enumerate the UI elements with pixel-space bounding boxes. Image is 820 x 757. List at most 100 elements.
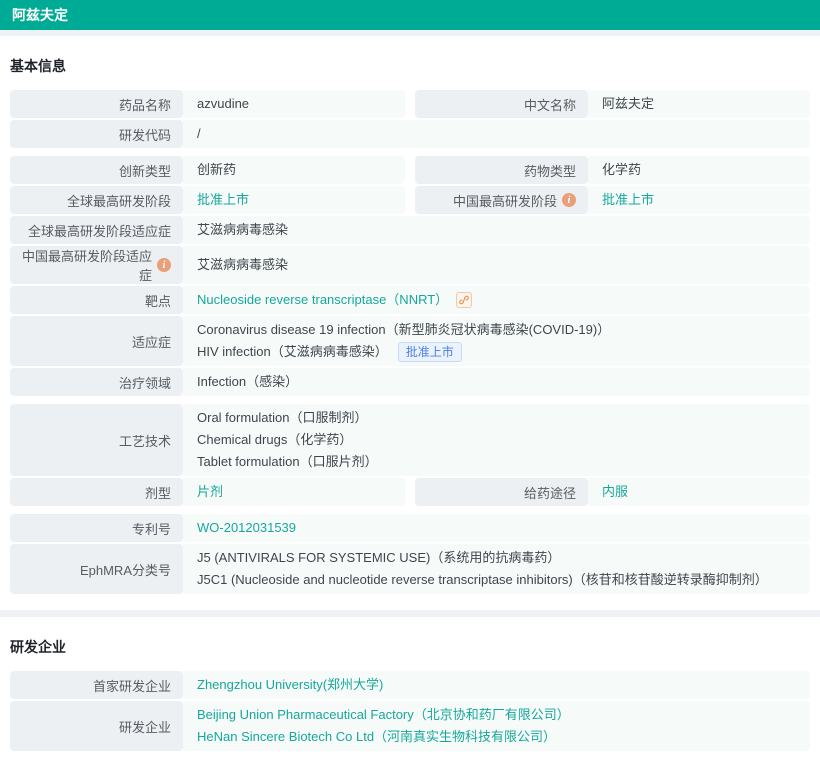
field-global-stage: 全球最高研发阶段 批准上市 — [10, 186, 405, 214]
global-stage-label: 全球最高研发阶段 — [10, 186, 183, 214]
china-stage-value: 批准上市 — [588, 186, 810, 214]
china-stage-label: 中国最高研发阶段 i — [415, 186, 588, 214]
drug-name-label: 药品名称 — [10, 90, 183, 118]
ephmra-line: J5 (ANTIVIRALS FOR SYSTEMIC USE)（系统用的抗病毒… — [197, 547, 560, 569]
cn-name-text: 阿兹夫定 — [602, 93, 654, 115]
dosage-form-value: 片剂 — [183, 478, 405, 506]
patent-link[interactable]: WO-2012031539 — [197, 517, 296, 539]
target-label: 靶点 — [10, 286, 183, 314]
company-section: 研发企业 首家研发企业 Zhengzhou University(郑州大学) 研… — [0, 617, 820, 751]
ephmra-label: EphMRA分类号 — [10, 544, 183, 594]
indication-line-2: HIV infection（艾滋病病毒感染） — [197, 341, 388, 363]
china-stage-indication-label-text: 中国最高研发阶段适应症 — [10, 246, 152, 284]
global-stage-link[interactable]: 批准上市 — [197, 189, 249, 211]
global-stage-indication-value: 艾滋病病毒感染 — [183, 216, 810, 244]
field-drug-name: 药品名称 azvudine — [10, 90, 405, 118]
indication-label: 适应症 — [10, 316, 183, 366]
innovation-type-text: 创新药 — [197, 159, 236, 181]
innovation-type-label: 创新类型 — [10, 156, 183, 184]
field-first-developer: 首家研发企业 Zhengzhou University(郑州大学) — [10, 671, 810, 699]
route-label: 给药途径 — [415, 478, 588, 506]
first-developer-label: 首家研发企业 — [10, 671, 183, 699]
patent-value: WO-2012031539 — [183, 514, 810, 542]
field-therapy-area: 治疗领域 Infection（感染） — [10, 368, 810, 396]
field-group-patent: 专利号 WO-2012031539 EphMRA分类号 J5 (ANTIVIRA… — [10, 514, 810, 594]
ephmra-value: J5 (ANTIVIRALS FOR SYSTEMIC USE)（系统用的抗病毒… — [183, 544, 810, 594]
ephmra-line: J5C1 (Nucleoside and nucleotide reverse … — [197, 569, 768, 591]
field-group-names: 药品名称 azvudine 中文名称 阿兹夫定 研发代码 / — [10, 90, 810, 148]
rd-code-value: / — [183, 120, 810, 148]
global-stage-indication-label: 全球最高研发阶段适应症 — [10, 216, 183, 244]
section-title-company: 研发企业 — [10, 617, 810, 671]
drug-type-label: 药物类型 — [415, 156, 588, 184]
field-cn-name: 中文名称 阿兹夫定 — [415, 90, 810, 118]
table-row: 全球最高研发阶段 批准上市 中国最高研发阶段 i 批准上市 — [10, 186, 810, 214]
technology-value: Oral formulation（口服制剂） Chemical drugs（化学… — [183, 404, 810, 476]
technology-label: 工艺技术 — [10, 404, 183, 476]
basic-info-section: 基本信息 药品名称 azvudine 中文名称 阿兹夫定 研发代码 / — [0, 36, 820, 594]
field-group-type-stage: 创新类型 创新药 药物类型 化学药 全球最高研发阶段 批准上市 — [10, 156, 810, 396]
section-title-basic: 基本信息 — [10, 36, 810, 90]
field-indication: 适应症 Coronavirus disease 19 infection（新型肺… — [10, 316, 810, 366]
developers-value: Beijing Union Pharmaceutical Factory（北京协… — [183, 701, 810, 751]
field-rd-code: 研发代码 / — [10, 120, 810, 148]
china-stage-link[interactable]: 批准上市 — [602, 189, 654, 211]
drug-name-value: azvudine — [183, 90, 405, 118]
developer-link[interactable]: Beijing Union Pharmaceutical Factory（北京协… — [197, 704, 570, 726]
patent-label: 专利号 — [10, 514, 183, 542]
route-value: 内服 — [588, 478, 810, 506]
therapy-area-text: Infection（感染） — [197, 371, 298, 393]
cn-name-label: 中文名称 — [415, 90, 588, 118]
field-global-stage-indication: 全球最高研发阶段适应症 艾滋病病毒感染 — [10, 216, 810, 244]
status-badge: 批准上市 — [398, 342, 462, 362]
field-route: 给药途径 内服 — [415, 478, 810, 506]
page-title: 阿兹夫定 — [12, 7, 68, 23]
drug-type-text: 化学药 — [602, 159, 641, 181]
target-link[interactable]: Nucleoside reverse transcriptase（NNRT） — [197, 289, 448, 311]
field-china-stage: 中国最高研发阶段 i 批准上市 — [415, 186, 810, 214]
indication-value: Coronavirus disease 19 infection（新型肺炎冠状病… — [183, 316, 810, 366]
first-developer-value: Zhengzhou University(郑州大学) — [183, 671, 810, 699]
china-stage-indication-value: 艾滋病病毒感染 — [183, 246, 810, 284]
first-developer-link[interactable]: Zhengzhou University(郑州大学) — [197, 674, 383, 696]
technology-line: Chemical drugs（化学药） — [197, 429, 352, 451]
innovation-type-value: 创新药 — [183, 156, 405, 184]
field-china-stage-indication: 中国最高研发阶段适应症 i 艾滋病病毒感染 — [10, 246, 810, 284]
field-group-technology: 工艺技术 Oral formulation（口服制剂） Chemical dru… — [10, 404, 810, 506]
section-divider — [0, 610, 820, 617]
field-developers: 研发企业 Beijing Union Pharmaceutical Factor… — [10, 701, 810, 751]
china-stage-indication-label: 中国最高研发阶段适应症 i — [10, 246, 183, 284]
field-group-company: 首家研发企业 Zhengzhou University(郑州大学) 研发企业 B… — [10, 671, 810, 751]
field-ephmra: EphMRA分类号 J5 (ANTIVIRALS FOR SYSTEMIC US… — [10, 544, 810, 594]
indication-line-1: Coronavirus disease 19 infection（新型肺炎冠状病… — [197, 319, 610, 341]
developer-link[interactable]: HeNan Sincere Biotech Co Ltd（河南真实生物科技有限公… — [197, 726, 556, 748]
dosage-form-link[interactable]: 片剂 — [197, 481, 223, 503]
info-icon[interactable]: i — [157, 258, 171, 272]
table-row: 创新类型 创新药 药物类型 化学药 — [10, 156, 810, 184]
table-row: 药品名称 azvudine 中文名称 阿兹夫定 — [10, 90, 810, 118]
table-row: 剂型 片剂 给药途径 内服 — [10, 478, 810, 506]
field-target: 靶点 Nucleoside reverse transcriptase（NNRT… — [10, 286, 810, 314]
external-link-icon[interactable] — [456, 292, 472, 308]
therapy-area-value: Infection（感染） — [183, 368, 810, 396]
global-stage-indication-text: 艾滋病病毒感染 — [197, 219, 288, 241]
technology-line: Tablet formulation（口服片剂） — [197, 451, 378, 473]
field-drug-type: 药物类型 化学药 — [415, 156, 810, 184]
cn-name-value: 阿兹夫定 — [588, 90, 810, 118]
global-stage-value: 批准上市 — [183, 186, 405, 214]
info-icon[interactable]: i — [562, 193, 576, 207]
china-stage-label-text: 中国最高研发阶段 — [453, 191, 557, 210]
therapy-area-label: 治疗领域 — [10, 368, 183, 396]
field-patent: 专利号 WO-2012031539 — [10, 514, 810, 542]
drug-name-text: azvudine — [197, 93, 249, 115]
technology-line: Oral formulation（口服制剂） — [197, 407, 367, 429]
field-technology: 工艺技术 Oral formulation（口服制剂） Chemical dru… — [10, 404, 810, 476]
china-stage-indication-text: 艾滋病病毒感染 — [197, 254, 288, 276]
target-value: Nucleoside reverse transcriptase（NNRT） — [183, 286, 810, 314]
developers-label: 研发企业 — [10, 701, 183, 751]
drug-type-value: 化学药 — [588, 156, 810, 184]
field-innovation-type: 创新类型 创新药 — [10, 156, 405, 184]
route-link[interactable]: 内服 — [602, 481, 628, 503]
field-dosage-form: 剂型 片剂 — [10, 478, 405, 506]
page-header-bar: 阿兹夫定 — [0, 0, 820, 30]
